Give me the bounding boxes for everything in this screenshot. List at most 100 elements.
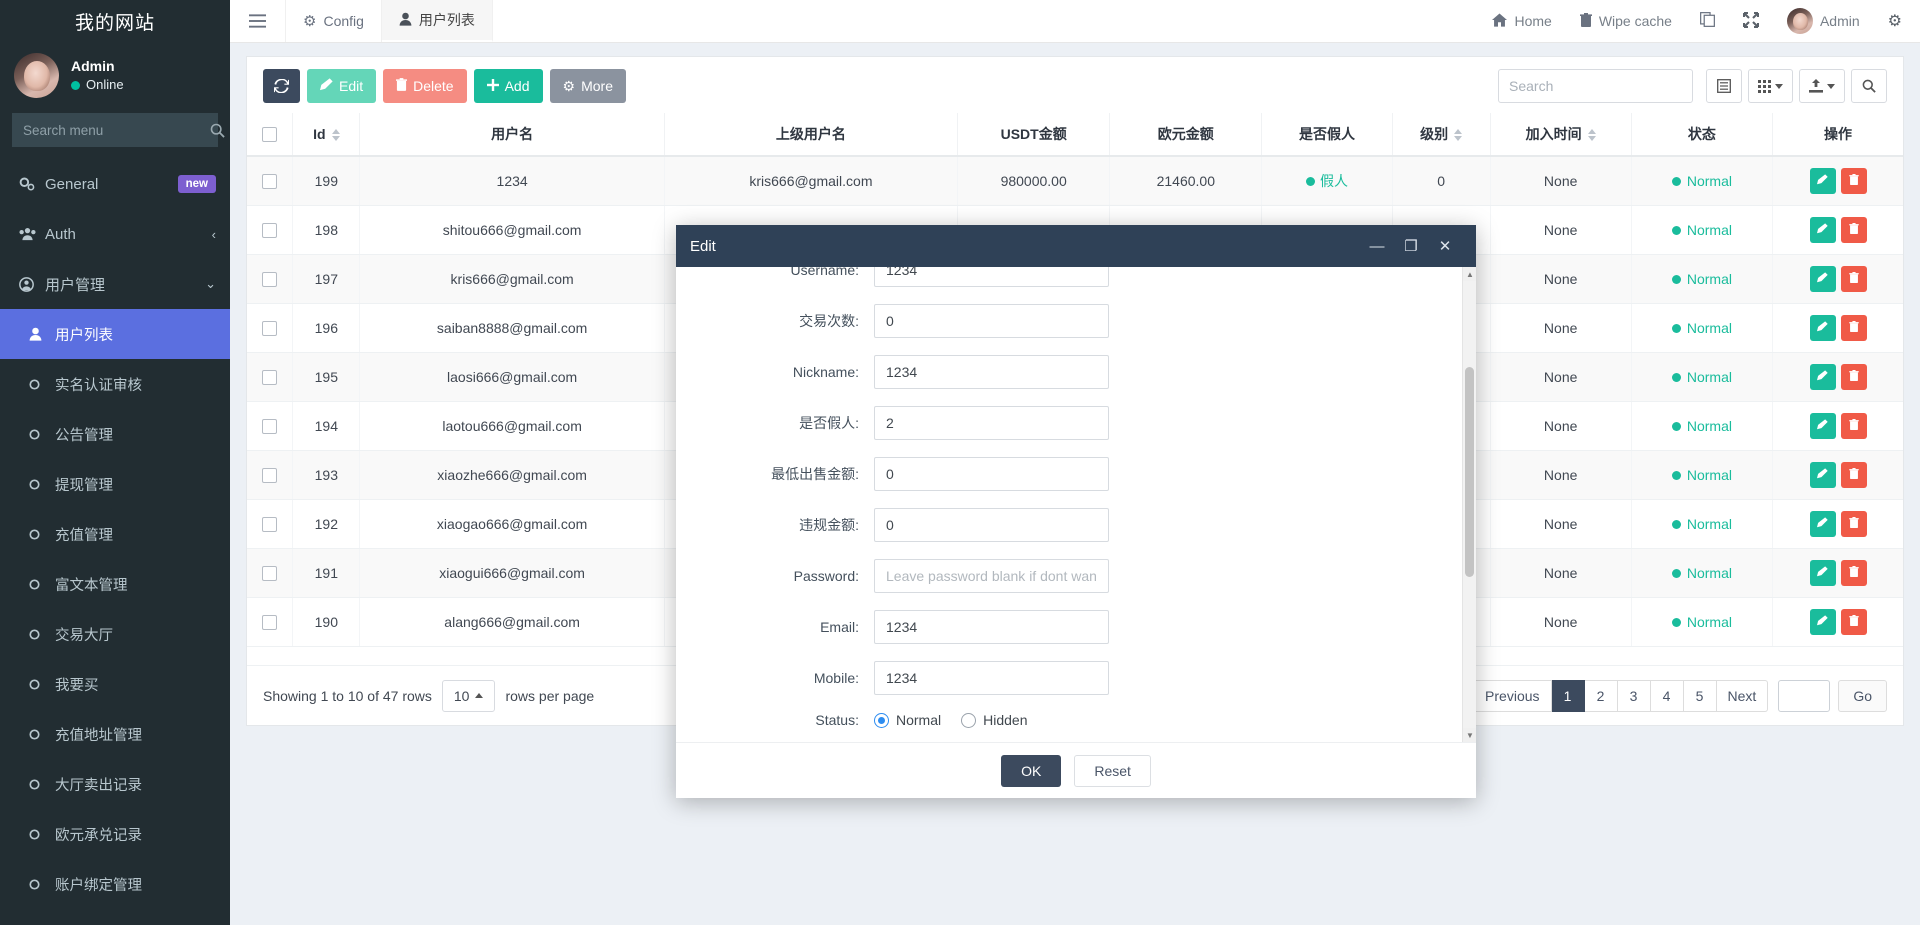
sidebar-search[interactable] (12, 113, 218, 147)
cell-ops[interactable] (1773, 304, 1903, 353)
export-button[interactable] (1799, 69, 1845, 103)
row-edit-button[interactable] (1810, 217, 1836, 243)
row-edit-button[interactable] (1810, 266, 1836, 292)
row-edit-button[interactable] (1810, 560, 1836, 586)
modal-ok-button[interactable]: OK (1001, 755, 1061, 787)
row-checkbox[interactable] (262, 517, 277, 532)
row-delete-button[interactable] (1841, 217, 1867, 243)
goto-page-input[interactable] (1778, 680, 1830, 712)
multiscreen-button[interactable] (1686, 0, 1729, 42)
cell-check[interactable] (247, 304, 293, 353)
sort-arrows-icon[interactable] (1588, 129, 1596, 141)
sidebar-item-11[interactable]: 充值地址管理 (0, 709, 230, 759)
cell-check[interactable] (247, 500, 293, 549)
cell-ops[interactable] (1773, 598, 1903, 647)
search-menu-input[interactable] (13, 123, 210, 138)
cell-ops[interactable] (1773, 156, 1903, 206)
cell-ops[interactable] (1773, 206, 1903, 255)
row-delete-button[interactable] (1841, 364, 1867, 390)
table-row[interactable]: 1991234kris666@gmail.com980000.0021460.0… (247, 156, 1903, 206)
refresh-button[interactable] (263, 69, 300, 103)
radio-icon[interactable] (961, 713, 976, 728)
cell-check[interactable] (247, 451, 293, 500)
row-checkbox[interactable] (262, 615, 277, 630)
form-input-3[interactable] (874, 406, 1109, 440)
go-button[interactable]: Go (1838, 680, 1887, 712)
page-size-select[interactable]: 10 (442, 680, 496, 712)
delete-button[interactable]: Delete (383, 69, 466, 103)
row-checkbox[interactable] (262, 468, 277, 483)
row-edit-button[interactable] (1810, 364, 1836, 390)
sidebar-item-3[interactable]: 用户列表 (0, 309, 230, 359)
cell-check[interactable] (247, 402, 293, 451)
cell-check[interactable] (247, 598, 293, 647)
wipe-cache-button[interactable]: Wipe cache (1566, 0, 1686, 42)
row-checkbox[interactable] (262, 370, 277, 385)
cell-check[interactable] (247, 353, 293, 402)
row-checkbox[interactable] (262, 272, 277, 287)
pagination-page-4[interactable]: 4 (1651, 680, 1684, 712)
cell-ops[interactable] (1773, 549, 1903, 598)
sidebar-item-12[interactable]: 大厅卖出记录 (0, 759, 230, 809)
columns-toggle-button[interactable] (1706, 69, 1742, 103)
sidebar-item-14[interactable]: 账户绑定管理 (0, 859, 230, 909)
home-button[interactable]: Home (1478, 0, 1565, 42)
pagination-page-3[interactable]: 3 (1618, 680, 1651, 712)
column-header-level[interactable]: 级别 (1392, 113, 1490, 156)
pagination-page-5[interactable]: 5 (1684, 680, 1717, 712)
sidebar-item-9[interactable]: 交易大厅 (0, 609, 230, 659)
scrollbar-thumb[interactable] (1465, 367, 1474, 577)
modal-minimize-button[interactable]: — (1360, 225, 1394, 267)
scroll-down-arrow-icon[interactable]: ▼ (1463, 728, 1476, 742)
grid-columns-button[interactable] (1748, 69, 1793, 103)
form-input-4[interactable] (874, 457, 1109, 491)
row-edit-button[interactable] (1810, 609, 1836, 635)
pagination-next[interactable]: Next (1717, 680, 1769, 712)
form-input-7[interactable] (874, 610, 1109, 644)
cell-ops[interactable] (1773, 451, 1903, 500)
sidebar-toggle-button[interactable] (230, 0, 286, 42)
column-header-joined[interactable]: 加入时间 (1490, 113, 1631, 156)
row-delete-button[interactable] (1841, 168, 1867, 194)
pagination-page-1[interactable]: 1 (1552, 680, 1585, 712)
search-input[interactable] (1498, 69, 1693, 103)
radio-icon[interactable] (874, 713, 889, 728)
modal-close-button[interactable]: ✕ (1428, 225, 1462, 267)
advanced-search-button[interactable] (1851, 69, 1887, 103)
modal-titlebar[interactable]: Edit — ❐ ✕ (676, 225, 1476, 267)
form-input-8[interactable] (874, 661, 1109, 695)
row-delete-button[interactable] (1841, 462, 1867, 488)
cell-ops[interactable] (1773, 353, 1903, 402)
form-input-2[interactable] (874, 355, 1109, 389)
row-delete-button[interactable] (1841, 266, 1867, 292)
select-all-checkbox[interactable] (262, 127, 277, 142)
tab-config[interactable]: Config (286, 0, 382, 42)
account-menu[interactable]: Admin (1773, 0, 1874, 42)
sidebar-item-2[interactable]: 用户管理⌄ (0, 259, 230, 309)
pagination-page-2[interactable]: 2 (1585, 680, 1618, 712)
row-edit-button[interactable] (1810, 462, 1836, 488)
row-checkbox[interactable] (262, 419, 277, 434)
row-delete-button[interactable] (1841, 511, 1867, 537)
sidebar-item-5[interactable]: 公告管理 (0, 409, 230, 459)
cell-check[interactable] (247, 156, 293, 206)
cell-check[interactable] (247, 549, 293, 598)
row-delete-button[interactable] (1841, 560, 1867, 586)
cell-ops[interactable] (1773, 402, 1903, 451)
sidebar-item-1[interactable]: Auth‹ (0, 209, 230, 259)
modal-reset-button[interactable]: Reset (1074, 755, 1151, 787)
row-edit-button[interactable] (1810, 168, 1836, 194)
fullscreen-button[interactable] (1729, 0, 1773, 42)
tab-user-list[interactable]: 用户列表 (382, 0, 493, 42)
status-radio-normal[interactable]: Normal (874, 712, 941, 728)
sidebar-item-13[interactable]: 欧元承兑记录 (0, 809, 230, 859)
form-input-6[interactable] (874, 559, 1109, 593)
row-delete-button[interactable] (1841, 413, 1867, 439)
scroll-up-arrow-icon[interactable]: ▲ (1463, 267, 1476, 281)
sidebar-item-10[interactable]: 我要买 (0, 659, 230, 709)
row-checkbox[interactable] (262, 321, 277, 336)
modal-maximize-button[interactable]: ❐ (1394, 225, 1428, 267)
row-delete-button[interactable] (1841, 609, 1867, 635)
modal-scrollbar[interactable]: ▲ ▼ (1462, 267, 1476, 742)
cell-ops[interactable] (1773, 500, 1903, 549)
